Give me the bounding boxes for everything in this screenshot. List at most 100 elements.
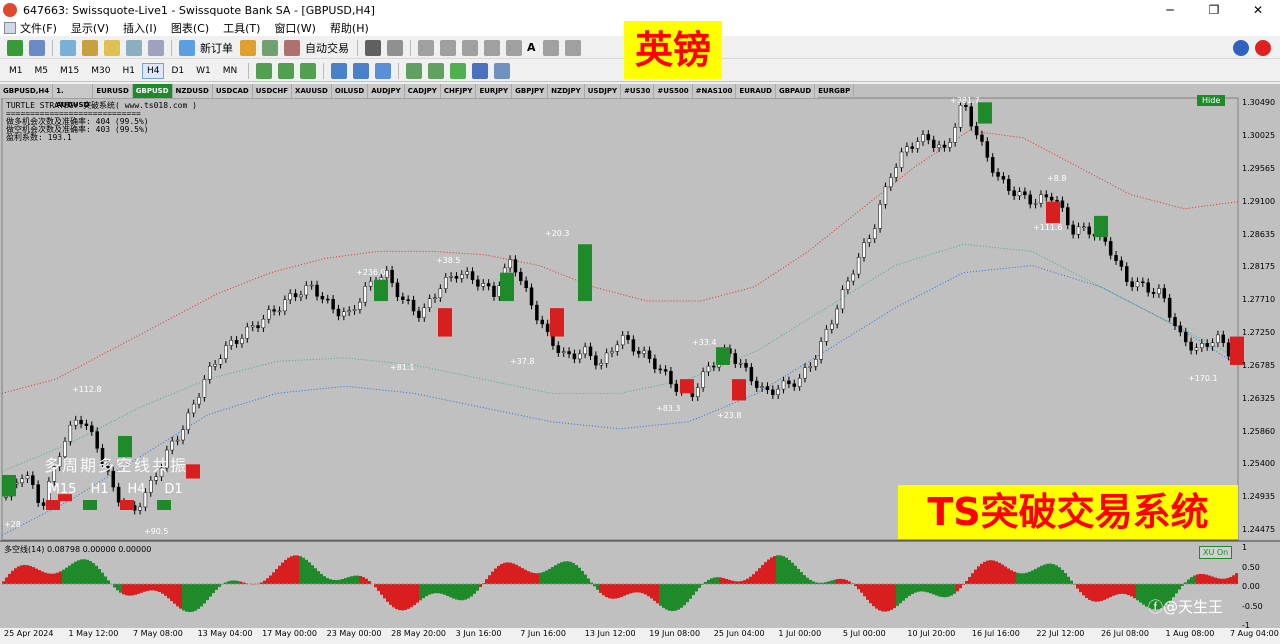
- symbol-tab[interactable]: USDCAD: [213, 84, 253, 98]
- histogram-bar: [866, 584, 869, 600]
- indicator-tick-label: 1: [1242, 543, 1248, 552]
- candle-body: [567, 351, 571, 355]
- candle-body: [454, 276, 459, 279]
- histogram-bar: [560, 562, 563, 584]
- hide-button[interactable]: Hide: [1197, 95, 1226, 106]
- symbol-tab[interactable]: GBPUSD,H4: [0, 84, 54, 98]
- candle-body: [1135, 281, 1140, 288]
- candle-body: [867, 238, 872, 243]
- histogram-bar: [632, 584, 635, 593]
- signal-box: [2, 474, 16, 497]
- symbol-tab[interactable]: CHFJPY: [441, 84, 477, 98]
- overlay-system-title: TS突破交易系统: [898, 485, 1238, 539]
- histogram-bar: [1112, 584, 1115, 596]
- histogram-bar: [485, 579, 488, 584]
- symbol-tab[interactable]: #US30: [621, 84, 655, 98]
- candle-body: [545, 323, 550, 333]
- histogram-bar: [209, 584, 212, 597]
- histogram-bar: [773, 556, 776, 584]
- histogram-bar: [320, 573, 323, 584]
- histogram-bar: [518, 566, 521, 584]
- symbol-tab[interactable]: GBPAUD: [776, 84, 816, 98]
- candle-body: [1221, 334, 1226, 344]
- time-tick-label: 1 May 12:00: [68, 629, 119, 638]
- author-watermark: ⓕ@天生王: [1148, 598, 1224, 616]
- candle-body: [36, 484, 40, 503]
- histogram-bar: [509, 562, 512, 584]
- candle-body: [1119, 260, 1124, 267]
- histogram-bar: [134, 584, 137, 595]
- symbol-tab[interactable]: CADJPY: [405, 84, 441, 98]
- symbol-tab[interactable]: GBPUSD: [132, 84, 173, 98]
- histogram-bar: [71, 563, 74, 584]
- histogram-bar: [350, 576, 353, 584]
- candle-body: [283, 299, 287, 312]
- histogram-bar: [836, 579, 839, 584]
- signal-box: [186, 464, 200, 479]
- candle-body: [417, 310, 421, 318]
- symbol-tab[interactable]: EURUSD: [93, 84, 133, 98]
- candle-body: [733, 353, 738, 364]
- candle-body: [1200, 343, 1204, 348]
- candle-body: [974, 125, 979, 136]
- histogram-bar: [911, 584, 914, 594]
- histogram-bar: [1076, 584, 1079, 589]
- histogram-bar: [725, 578, 728, 584]
- symbol-tab[interactable]: #US500: [654, 84, 693, 98]
- candle-body: [267, 309, 271, 320]
- histogram-bar: [425, 584, 428, 597]
- candle-body: [68, 424, 73, 442]
- candle-body: [481, 283, 486, 287]
- candle-body: [342, 311, 346, 317]
- histogram-bar: [578, 567, 581, 584]
- candle-body: [229, 340, 233, 346]
- histogram-bar: [92, 563, 95, 584]
- symbol-tab[interactable]: GBPJPY: [512, 84, 549, 98]
- symbol-tab[interactable]: EURAUD: [736, 84, 776, 98]
- histogram-bar: [707, 579, 710, 584]
- symbol-tab[interactable]: EURGBP: [815, 84, 855, 98]
- candle-body: [1028, 194, 1032, 205]
- histogram-bar: [194, 584, 197, 611]
- histogram-bar: [1202, 574, 1205, 584]
- histogram-bar: [977, 566, 980, 584]
- symbol-tab[interactable]: NZDJPY: [548, 84, 585, 98]
- histogram-bar: [32, 567, 35, 584]
- candle-body: [1007, 178, 1011, 191]
- symbol-tab[interactable]: USDJPY: [585, 84, 622, 98]
- trade-profit-label: +28: [4, 520, 21, 529]
- xu-on-button[interactable]: XU On: [1199, 546, 1233, 559]
- symbol-tab[interactable]: #NAS100: [693, 84, 737, 98]
- candle-body: [985, 141, 990, 158]
- symbol-tab[interactable]: NZDUSD: [173, 84, 213, 98]
- candle-body: [862, 242, 866, 258]
- histogram-bar: [44, 572, 47, 584]
- histogram-bar: [764, 562, 767, 584]
- symbol-tab[interactable]: OILUSD: [332, 84, 369, 98]
- candle-body: [905, 146, 909, 153]
- candle-body: [712, 365, 716, 368]
- candle-body: [358, 301, 362, 310]
- symbol-tab[interactable]: AUDJPY: [368, 84, 405, 98]
- symbol-tab[interactable]: 1. AUDUSD: [53, 84, 94, 109]
- price-tick-label: 1.26325: [1242, 393, 1276, 403]
- histogram-bar: [1004, 566, 1007, 584]
- histogram-bar: [137, 584, 140, 594]
- candle-body: [1033, 202, 1038, 205]
- symbol-tab[interactable]: EURJPY: [476, 84, 513, 98]
- histogram-bar: [410, 584, 413, 608]
- histogram-bar: [950, 584, 953, 596]
- histogram-bar: [569, 561, 572, 584]
- symbol-tab[interactable]: XAUUSD: [292, 84, 332, 98]
- histogram-bar: [806, 577, 809, 584]
- histogram-bar: [584, 574, 587, 584]
- histogram-bar: [140, 584, 143, 593]
- histogram-bar: [860, 584, 863, 593]
- histogram-bar: [770, 557, 773, 584]
- resonance-watermark: 多周期多空线共振: [44, 456, 189, 475]
- symbol-tab[interactable]: USDCHF: [253, 84, 293, 98]
- candle-body: [427, 298, 432, 308]
- histogram-bar: [314, 568, 317, 584]
- timeframe-signal-square: [157, 500, 171, 510]
- histogram-bar: [902, 584, 905, 601]
